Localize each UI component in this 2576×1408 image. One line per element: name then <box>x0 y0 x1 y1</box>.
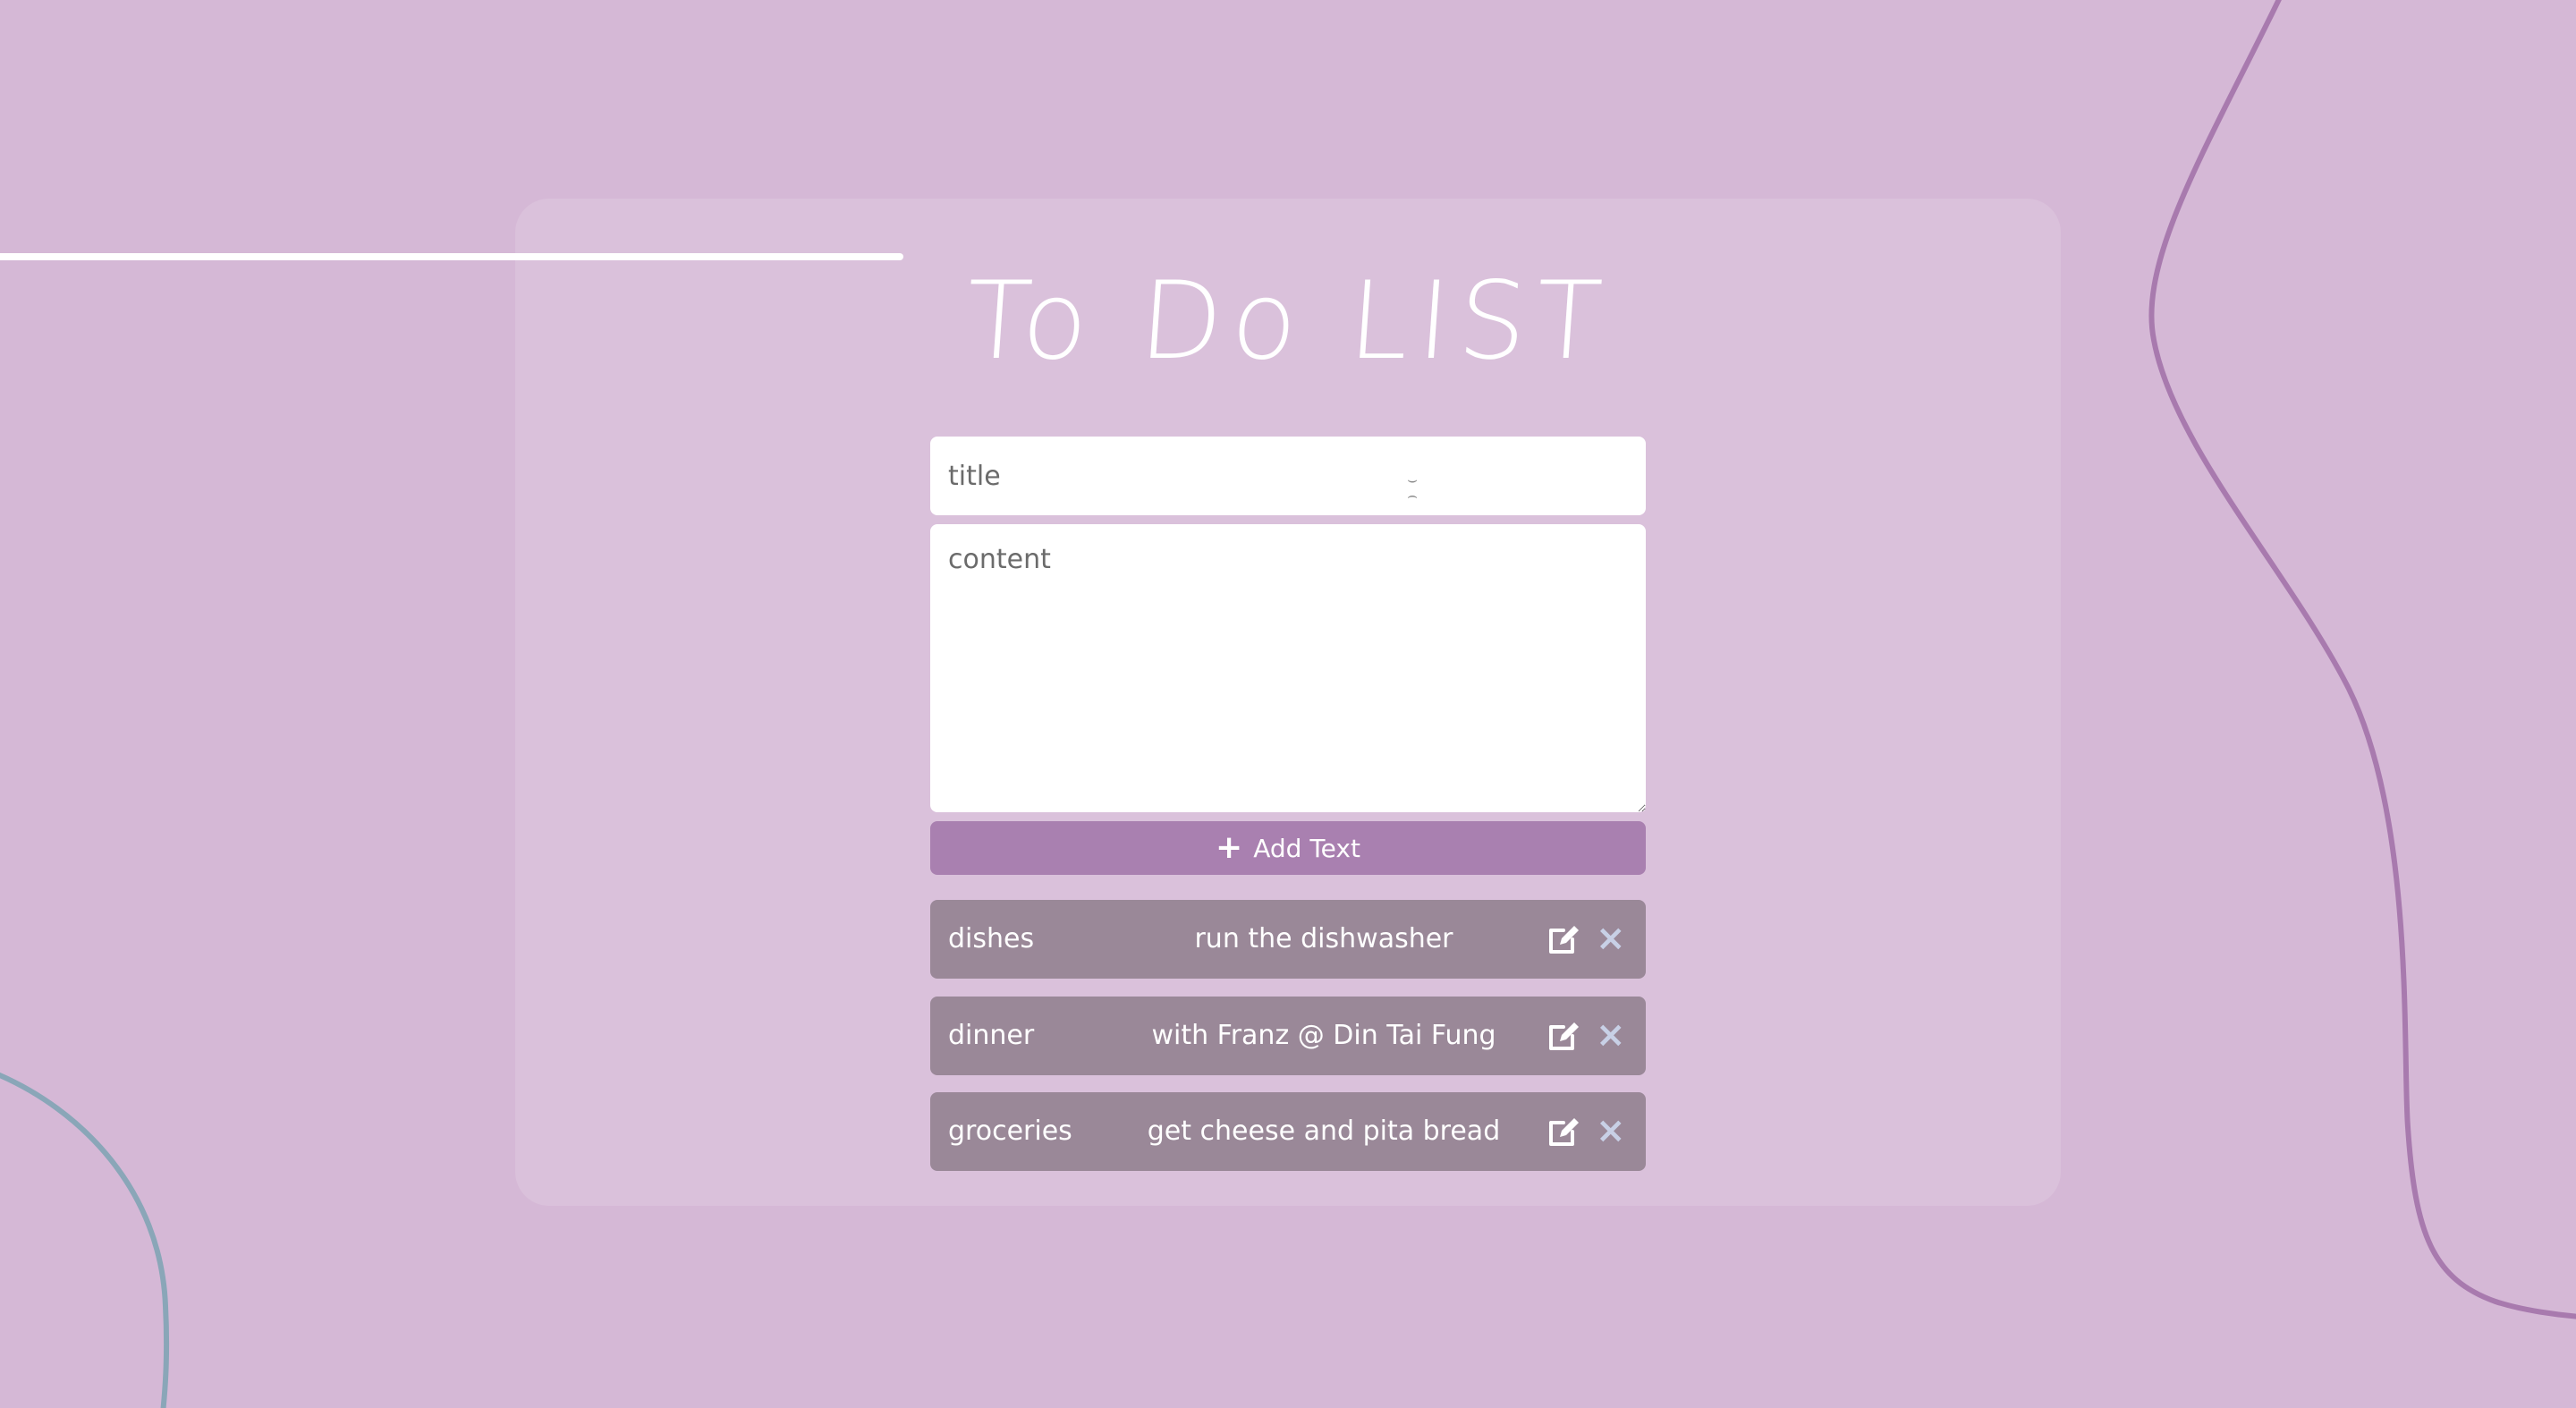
close-icon[interactable]: × <box>1596 1013 1626 1057</box>
add-text-label: Add Text <box>1253 833 1360 863</box>
close-icon[interactable]: × <box>1596 916 1626 961</box>
app-root: To Do LIST ⌣⌢ + Add Text dishes run the … <box>0 0 2576 1408</box>
todo-item: dishes run the dishwasher × <box>930 900 1646 979</box>
spinner-arrows-icon: ⌣ ⌢ <box>1407 471 1418 505</box>
todo-item: groceries get cheese and pita bread × <box>930 1092 1646 1171</box>
todo-item-title: groceries <box>948 1115 1072 1147</box>
page-title: To Do LIST <box>962 259 1614 384</box>
content-textarea[interactable] <box>930 524 1646 812</box>
edit-icon[interactable] <box>1546 1018 1581 1054</box>
todo-item-content: run the dishwasher <box>1194 923 1453 954</box>
todo-item: dinner with Franz @ Din Tai Fung × <box>930 997 1646 1075</box>
todo-item-title: dinner <box>948 1020 1035 1051</box>
edit-icon[interactable] <box>1546 921 1581 957</box>
todo-item-title: dishes <box>948 923 1035 954</box>
close-icon[interactable]: × <box>1596 1108 1626 1153</box>
plus-icon: + <box>1216 829 1243 866</box>
todo-item-content: with Franz @ Din Tai Fung <box>1151 1020 1496 1051</box>
decorative-curve-blue <box>0 1072 170 1408</box>
todo-item-content: get cheese and pita bread <box>1147 1115 1501 1147</box>
decorative-curve-purple <box>2148 0 2576 1319</box>
add-text-button[interactable]: + Add Text <box>930 821 1646 875</box>
edit-icon[interactable] <box>1546 1114 1581 1149</box>
title-input[interactable] <box>930 437 1646 515</box>
